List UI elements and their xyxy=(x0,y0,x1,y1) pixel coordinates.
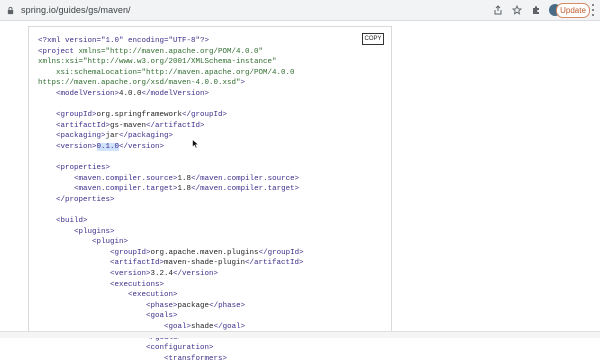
code-token: </properties> xyxy=(56,195,115,204)
code-token: 1.8 xyxy=(177,174,192,183)
code-token: <goals> xyxy=(146,312,178,321)
code-token: gs-maven xyxy=(110,121,147,130)
code-token: xmlns="http://maven.apache.org/POM/4.0.0… xyxy=(78,47,264,56)
code-token: <goal> xyxy=(164,323,192,332)
mouse-cursor-icon xyxy=(192,139,200,149)
lock-icon xyxy=(7,6,14,14)
code-token: jar xyxy=(105,132,120,141)
menu-kebab-icon[interactable] xyxy=(590,4,596,16)
share-icon[interactable] xyxy=(492,4,504,16)
pom-xml-code: <?xml version="1.0" encoding="UTF-8"?> <p… xyxy=(38,36,304,364)
code-token: </goal> xyxy=(213,323,246,332)
code-line: <version>3.2.4</version> xyxy=(38,269,304,280)
copy-button[interactable]: COPY xyxy=(362,33,384,45)
code-line: <maven.compiler.target>1.8</maven.compil… xyxy=(38,184,304,195)
code-token: <plugin> xyxy=(92,238,129,247)
code-line: <configuration> xyxy=(38,343,304,354)
code-token: 4.0.0 xyxy=(119,89,142,98)
code-line: <phase>package</phase> xyxy=(38,301,304,312)
code-token: <plugins> xyxy=(74,227,115,236)
code-token: org.springframework xyxy=(96,111,183,120)
code-line: <properties> xyxy=(38,163,304,174)
code-line: <executions> xyxy=(38,280,304,291)
code-token: <maven.compiler.target> xyxy=(74,185,178,194)
code-token: </modelVersion> xyxy=(141,89,210,98)
code-line: </properties> xyxy=(38,195,304,206)
code-line: <?xml version="1.0" encoding="UTF-8"?> xyxy=(38,36,304,47)
code-line: <artifactId>maven-shade-plugin</artifact… xyxy=(38,258,304,269)
code-token: <groupId> xyxy=(110,248,151,257)
code-token: <configuration> xyxy=(146,344,214,353)
code-token: <artifactId> xyxy=(110,259,165,268)
code-line: <plugins> xyxy=(38,227,304,238)
code-token: </groupId> xyxy=(258,248,304,257)
code-token: </maven.compiler.source> xyxy=(191,174,300,183)
code-token: <modelVersion> xyxy=(56,89,120,98)
code-token: xmlns:xsi="http://www.w3.org/2001/XMLSch… xyxy=(38,58,277,67)
code-token: https://maven.apache.org/xsd/maven-4.0.0… xyxy=(38,79,241,88)
code-token: </packaging> xyxy=(119,132,174,141)
code-token: </artifactId> xyxy=(146,121,205,130)
code-token: <build> xyxy=(56,217,88,226)
code-token: </version> xyxy=(119,142,165,151)
code-line: <packaging>jar</packaging> xyxy=(38,131,304,142)
code-line: <maven.compiler.source>1.8</maven.compil… xyxy=(38,174,304,185)
selected-text: 0.1.0 xyxy=(96,142,120,151)
code-line: xsi:schemaLocation="http://maven.apache.… xyxy=(38,68,304,79)
code-token: <phase> xyxy=(146,301,178,310)
code-token: > xyxy=(240,79,246,88)
code-token: <version> xyxy=(56,142,97,151)
code-line: <build> xyxy=(38,216,304,227)
code-token: <transformers> xyxy=(164,354,228,363)
code-token: </artifactId> xyxy=(245,259,304,268)
code-token: org.apache.maven.plugins xyxy=(150,248,259,257)
bookmark-star-icon[interactable] xyxy=(511,4,523,16)
update-button[interactable]: Update xyxy=(556,3,590,18)
code-line: <transformers> xyxy=(38,354,304,364)
code-token: </groupId> xyxy=(182,111,228,120)
code-token: <groupId> xyxy=(56,111,97,120)
code-token: </maven.compiler.target> xyxy=(191,185,300,194)
code-token: 3.2.4 xyxy=(150,270,174,279)
address-bar[interactable]: spring.io/guides/gs/maven/ xyxy=(6,3,486,17)
code-token: maven-shade-plugin xyxy=(164,259,246,268)
code-line: <plugin> xyxy=(38,237,304,248)
code-line: <version>0.1.0</version> xyxy=(38,142,304,153)
code-line: <groupId>org.springframework</groupId> xyxy=(38,110,304,121)
code-token: <properties> xyxy=(56,164,111,173)
code-line: <goals> xyxy=(38,311,304,322)
code-token: </phase> xyxy=(209,301,246,310)
code-token: <project xyxy=(38,47,79,56)
code-token: <artifactId> xyxy=(56,121,111,130)
browser-toolbar: spring.io/guides/gs/maven/ Update xyxy=(0,0,600,21)
extensions-icon[interactable] xyxy=(530,4,542,16)
code-token: <maven.compiler.source> xyxy=(74,174,178,183)
code-token: <execution> xyxy=(128,291,178,300)
code-token: <packaging> xyxy=(56,132,106,141)
code-token: <executions> xyxy=(110,280,165,289)
code-token: package xyxy=(177,301,210,310)
code-token: <?xml version="1.0" encoding="UTF-8"?> xyxy=(38,37,210,45)
code-line: https://maven.apache.org/xsd/maven-4.0.0… xyxy=(38,78,304,89)
code-token: xsi:schemaLocation="http://maven.apache.… xyxy=(56,68,295,77)
url-text: spring.io/guides/gs/maven/ xyxy=(21,5,131,15)
code-line: <project xmlns="http://maven.apache.org/… xyxy=(38,47,304,58)
code-line: <groupId>org.apache.maven.plugins</group… xyxy=(38,248,304,259)
code-line: <modelVersion>4.0.0</modelVersion> xyxy=(38,89,304,100)
code-line: xmlns:xsi="http://www.w3.org/2001/XMLSch… xyxy=(38,57,304,68)
code-token: 1.8 xyxy=(177,185,192,194)
code-line: <artifactId>gs-maven</artifactId> xyxy=(38,121,304,132)
code-line: <execution> xyxy=(38,290,304,301)
code-token: <version> xyxy=(110,270,151,279)
code-token: shade xyxy=(191,323,214,332)
code-token: </version> xyxy=(173,270,219,279)
